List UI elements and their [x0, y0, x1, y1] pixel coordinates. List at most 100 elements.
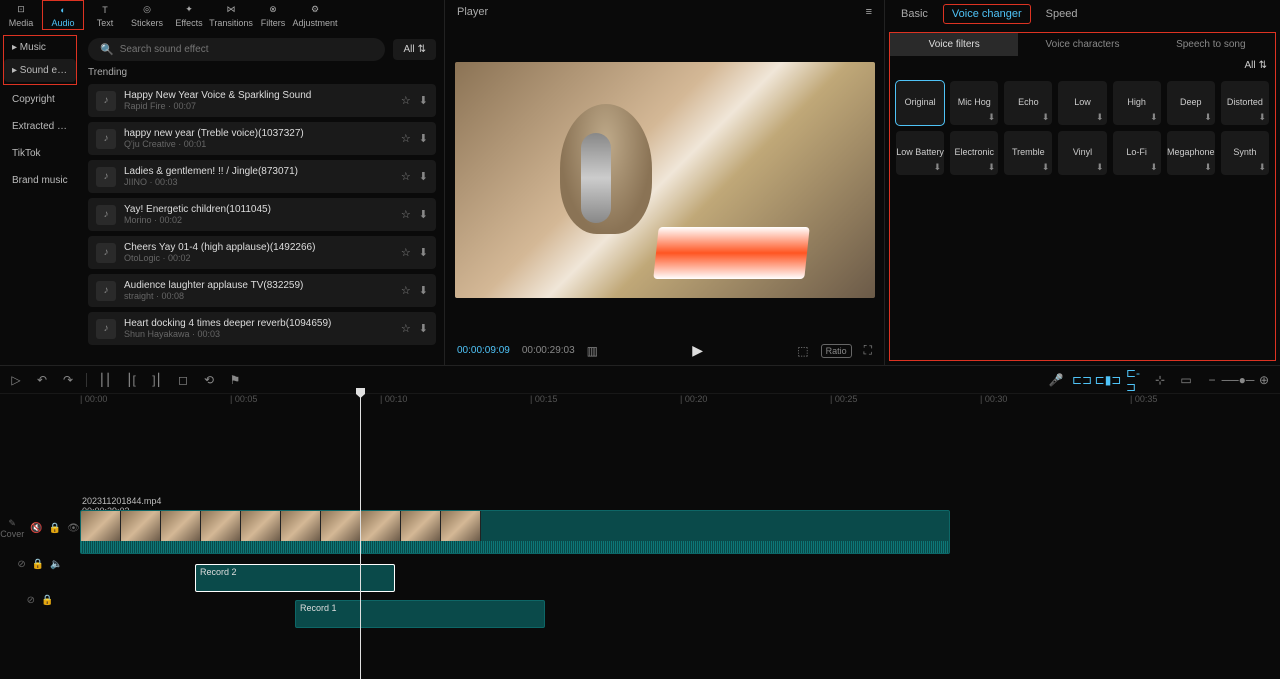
download-icon[interactable]: ⬇ — [419, 322, 428, 335]
select-tool[interactable]: ▷ — [8, 372, 24, 388]
favorite-icon[interactable]: ☆ — [401, 284, 411, 297]
snapshot-icon[interactable]: ⬚ — [797, 344, 808, 358]
lock-icon[interactable]: 🔒 — [41, 595, 53, 606]
tab-transitions[interactable]: ⋈Transitions — [210, 0, 252, 30]
download-icon[interactable]: ⬇ — [1042, 163, 1050, 173]
audio-item[interactable]: ♪ Happy New Year Voice & Sparkling Sound… — [88, 84, 436, 117]
sidebar-item[interactable]: Copyright — [4, 88, 76, 111]
zoom-slider[interactable]: ──●─ — [1230, 372, 1246, 388]
favorite-icon[interactable]: ☆ — [401, 208, 411, 221]
player-menu-icon[interactable]: ≡ — [866, 6, 872, 18]
mute-icon[interactable]: ⊘ — [17, 559, 25, 570]
download-icon[interactable]: ⬇ — [1042, 113, 1050, 123]
magnet-main-icon[interactable]: ⊏⊐ — [1074, 372, 1090, 388]
sidebar-item[interactable]: Brand music — [4, 169, 76, 192]
vc-subtab[interactable]: Voice filters — [890, 33, 1018, 56]
fullscreen-icon[interactable]: ⛶ — [864, 343, 872, 358]
download-icon[interactable]: ⬇ — [419, 208, 428, 221]
download-icon[interactable]: ⬇ — [1096, 163, 1104, 173]
split-left-tool[interactable]: ⎮[ — [123, 372, 139, 388]
voice-filter-item[interactable]: Low Battery⬇ — [896, 131, 944, 175]
snap-icon[interactable]: ⊹ — [1152, 372, 1168, 388]
download-icon[interactable]: ⬇ — [1096, 113, 1104, 123]
audio-clip[interactable]: Record 1 — [295, 600, 545, 628]
download-icon[interactable]: ⬇ — [988, 163, 996, 173]
voice-filter-item[interactable]: Low⬇ — [1058, 81, 1106, 125]
record-button[interactable]: 🎤 — [1048, 372, 1064, 388]
tab-audio[interactable]: ◐Audio — [42, 0, 84, 30]
sidebar-item[interactable]: ▸ Sound effe... — [4, 59, 76, 82]
voice-filter-item[interactable]: Tremble⬇ — [1004, 131, 1052, 175]
download-icon[interactable]: ⬇ — [1204, 163, 1212, 173]
sidebar-item[interactable]: TikTok — [4, 142, 76, 165]
split-tool[interactable]: ⎮⎮ — [97, 372, 113, 388]
download-icon[interactable]: ⬇ — [934, 163, 942, 173]
voice-filter-item[interactable]: Megaphone⬇ — [1167, 131, 1215, 175]
tab-adjustment[interactable]: ⚙Adjustment — [294, 0, 336, 30]
link-icon[interactable]: ⊏-⊐ — [1126, 372, 1142, 388]
volume-icon[interactable]: 🔈 — [50, 559, 62, 570]
download-icon[interactable]: ⬇ — [988, 113, 996, 123]
reverse-tool[interactable]: ⟲ — [201, 372, 217, 388]
audio-item[interactable]: ♪ happy new year (Treble voice)(1037327)… — [88, 122, 436, 155]
play-button[interactable]: ▶ — [692, 342, 703, 359]
voice-filter-item[interactable]: Lo-Fi⬇ — [1113, 131, 1161, 175]
vc-filter-all[interactable]: All ⇅ — [1244, 60, 1267, 71]
audio-item[interactable]: ♪ Cheers Yay 01-4 (high applause)(149226… — [88, 236, 436, 269]
vc-subtab[interactable]: Speech to song — [1147, 33, 1275, 56]
download-icon[interactable]: ⬇ — [419, 284, 428, 297]
download-icon[interactable]: ⬇ — [419, 246, 428, 259]
compare-icon[interactable]: ▥ — [587, 344, 598, 358]
favorite-icon[interactable]: ☆ — [401, 170, 411, 183]
tab-filters[interactable]: ⊗Filters — [252, 0, 294, 30]
ratio-button[interactable]: Ratio — [821, 344, 852, 358]
lock-icon[interactable]: 🔒 — [49, 523, 61, 534]
tracks-body[interactable]: 202311201844.mp4 00:00:29:03 Record 2 Re… — [80, 410, 1280, 679]
download-icon[interactable]: ⬇ — [1204, 113, 1212, 123]
filter-all-button[interactable]: All ⇅ — [393, 39, 436, 60]
preview-icon[interactable]: ▭ — [1178, 372, 1194, 388]
inspector-tab[interactable]: Voice changer — [944, 5, 1030, 23]
tab-media[interactable]: ⊡Media — [0, 0, 42, 30]
mute-icon[interactable]: ⊘ — [27, 595, 35, 606]
audio-item[interactable]: ♪ Yay! Energetic children(1011045) Morin… — [88, 198, 436, 231]
voice-filter-item[interactable]: Echo⬇ — [1004, 81, 1052, 125]
voice-filter-item[interactable]: High⬇ — [1113, 81, 1161, 125]
download-icon[interactable]: ⬇ — [1258, 113, 1266, 123]
inspector-tab[interactable]: Speed — [1038, 5, 1086, 23]
favorite-icon[interactable]: ☆ — [401, 246, 411, 259]
voice-filter-item[interactable]: Synth⬇ — [1221, 131, 1269, 175]
flag-tool[interactable]: ⚑ — [227, 372, 243, 388]
audio-item[interactable]: ♪ Audience laughter applause TV(832259) … — [88, 274, 436, 307]
split-right-tool[interactable]: ]⎮ — [149, 372, 165, 388]
playhead[interactable] — [360, 394, 361, 679]
undo-button[interactable]: ↶ — [34, 372, 50, 388]
voice-filter-item[interactable]: Electronic⬇ — [950, 131, 998, 175]
download-icon[interactable]: ⬇ — [1258, 163, 1266, 173]
favorite-icon[interactable]: ☆ — [401, 322, 411, 335]
download-icon[interactable]: ⬇ — [419, 170, 428, 183]
tab-stickers[interactable]: ◎Stickers — [126, 0, 168, 30]
cover-icon[interactable]: ✎ — [8, 518, 16, 529]
player-viewport[interactable] — [445, 24, 884, 336]
favorite-icon[interactable]: ☆ — [401, 94, 411, 107]
sidebar-item[interactable]: Extracted a... — [4, 115, 76, 138]
magnet-track-icon[interactable]: ⊏▮⊐ — [1100, 372, 1116, 388]
voice-filter-item[interactable]: Deep⬇ — [1167, 81, 1215, 125]
vc-subtab[interactable]: Voice characters — [1018, 33, 1146, 56]
download-icon[interactable]: ⬇ — [419, 94, 428, 107]
lock-icon[interactable]: 🔒 — [32, 559, 44, 570]
audio-item[interactable]: ♪ Ladies & gentlemen! !! / Jingle(873071… — [88, 160, 436, 193]
tab-text[interactable]: TText — [84, 0, 126, 30]
download-icon[interactable]: ⬇ — [1150, 113, 1158, 123]
favorite-icon[interactable]: ☆ — [401, 132, 411, 145]
zoom-out-icon[interactable]: − — [1204, 372, 1220, 388]
mute-icon[interactable]: 🔇 — [30, 523, 42, 534]
audio-item[interactable]: ♪ Heart docking 4 times deeper reverb(10… — [88, 312, 436, 345]
timeline-ruler[interactable]: | 00:00| 00:05| 00:10| 00:15| 00:20| 00:… — [80, 394, 1280, 410]
search-input[interactable] — [120, 44, 374, 55]
voice-filter-item[interactable]: Distorted⬇ — [1221, 81, 1269, 125]
download-icon[interactable]: ⬇ — [1150, 163, 1158, 173]
crop-tool[interactable]: ◻ — [175, 372, 191, 388]
redo-button[interactable]: ↷ — [60, 372, 76, 388]
